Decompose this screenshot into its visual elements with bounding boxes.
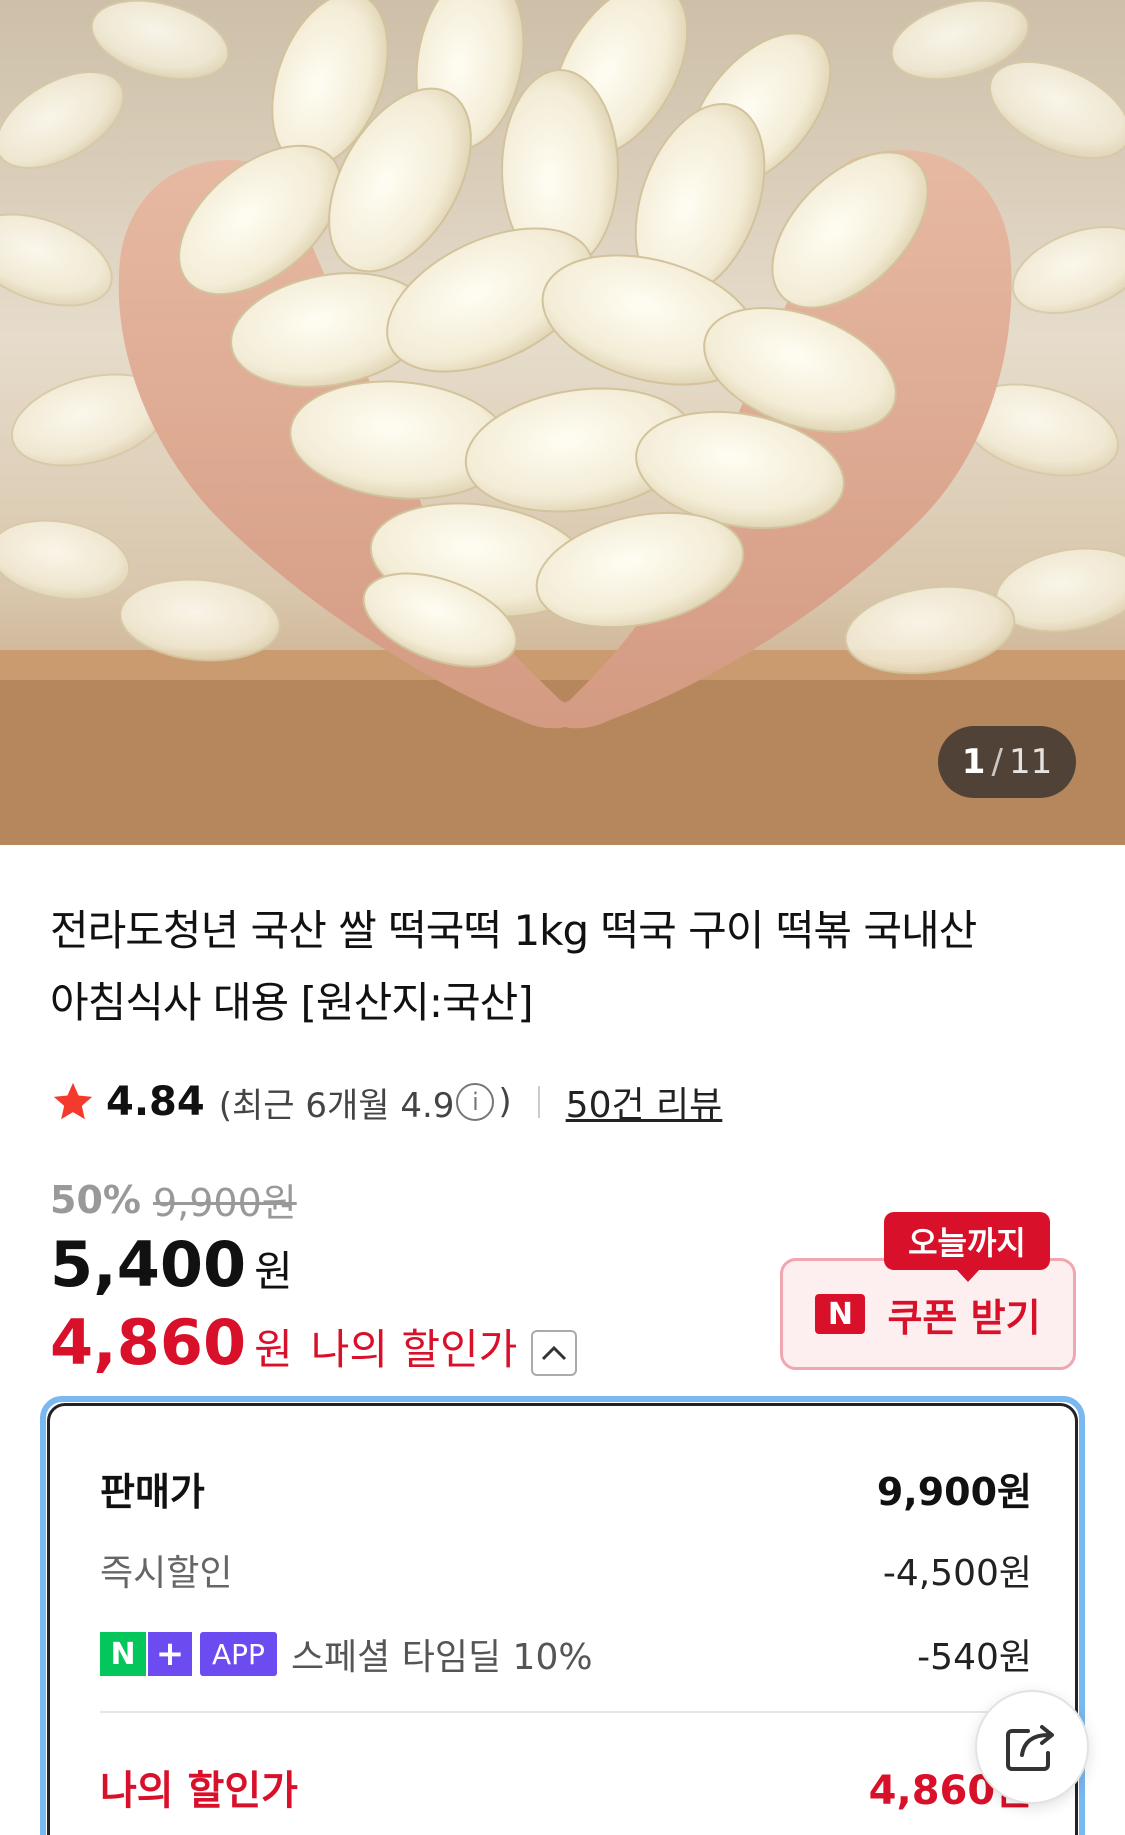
timedeal-value: -540원 <box>917 1637 1032 1678</box>
my-discount-price: 4,860 원 나의 할인가 <box>50 1306 578 1379</box>
rating-row: 4.84 (최근 6개월 4.9 i ) 50건 리뷰 <box>50 1075 722 1129</box>
my-price-label: 나의 할인가 <box>310 1325 518 1374</box>
sale-price-label: 판매가 <box>100 1470 205 1514</box>
product-title-line1: 전라도청년 국산 쌀 떡국떡 1kg 떡국 구이 떡볶 국내산 <box>50 906 977 955</box>
breakdown-row-instant-discount: 즉시할인 -4,500원 <box>100 1544 1032 1596</box>
breakdown-row-my-price: 나의 할인가 4,860원 <box>100 1758 1032 1816</box>
my-price-unit: 원 <box>254 1325 293 1374</box>
my-price-total-label: 나의 할인가 <box>100 1768 298 1814</box>
plus-badge: + <box>148 1632 192 1676</box>
discount-line: 50% 9,900원 <box>50 1172 297 1227</box>
recent-rating-close: ) <box>498 1082 512 1122</box>
rating-score: 4.84 <box>106 1079 205 1125</box>
nplus-badges: N + APP 스페셜 타임딜 10% <box>100 1628 593 1680</box>
image-counter-total: 11 <box>1008 742 1053 782</box>
breakdown-row-sale-price: 판매가 9,900원 <box>100 1461 1032 1516</box>
sale-price-unit: 원 <box>254 1247 293 1296</box>
share-icon <box>1006 1725 1054 1771</box>
reviews-link[interactable]: 50건 리뷰 <box>566 1076 723 1128</box>
share-button[interactable] <box>975 1690 1089 1804</box>
price-breakdown-card: 판매가 9,900원 즉시할인 -4,500원 N + APP 스페셜 타임딜 … <box>47 1403 1078 1835</box>
instant-discount-value: -4,500원 <box>882 1553 1032 1594</box>
coupon-download-button[interactable]: N 쿠폰 받기 <box>780 1258 1076 1370</box>
timedeal-label: 스페셜 타임딜 10% <box>290 1637 593 1678</box>
image-counter: 1 / 11 <box>938 726 1076 798</box>
original-price: 9,900원 <box>152 1181 297 1225</box>
chevron-up-icon <box>542 1345 567 1360</box>
product-photo-rice-cake-slices <box>0 0 1125 845</box>
app-badge: APP <box>200 1632 277 1676</box>
breakdown-row-nplus: N + APP 스페셜 타임딜 10% -540원 <box>100 1628 1032 1680</box>
coupon-button-label: 쿠폰 받기 <box>887 1295 1041 1340</box>
naver-n-badge: N <box>100 1632 146 1676</box>
rating-divider <box>537 1086 540 1118</box>
coupon-deadline-tag: 오늘까지 <box>884 1212 1050 1282</box>
image-counter-current: 1 <box>961 742 986 782</box>
discount-percent: 50% <box>50 1177 141 1222</box>
collapse-breakdown-button[interactable] <box>531 1329 578 1376</box>
instant-discount-label: 즉시할인 <box>100 1553 233 1594</box>
breakdown-divider <box>100 1711 1032 1713</box>
product-title: 전라도청년 국산 쌀 떡국떡 1kg 떡국 구이 떡볶 국내산 아침식사 대용 … <box>50 895 1080 1039</box>
info-icon[interactable]: i <box>456 1083 495 1121</box>
image-counter-separator: / <box>991 742 1003 782</box>
recent-rating-text: (최근 6개월 4.9 <box>218 1085 455 1126</box>
star-icon <box>53 1082 93 1120</box>
naver-logo-icon: N <box>815 1294 866 1334</box>
product-title-line2: 아침식사 대용 [원산지:국산] <box>50 978 534 1027</box>
product-image[interactable]: 1 / 11 <box>0 0 1125 845</box>
sale-price-value: 9,900원 <box>876 1470 1032 1514</box>
my-price-number: 4,860 <box>50 1306 247 1379</box>
sale-price-number: 5,400 <box>50 1228 247 1301</box>
recent-rating: (최근 6개월 4.9 i ) <box>219 1078 512 1127</box>
sale-price: 5,400 원 <box>50 1228 293 1301</box>
